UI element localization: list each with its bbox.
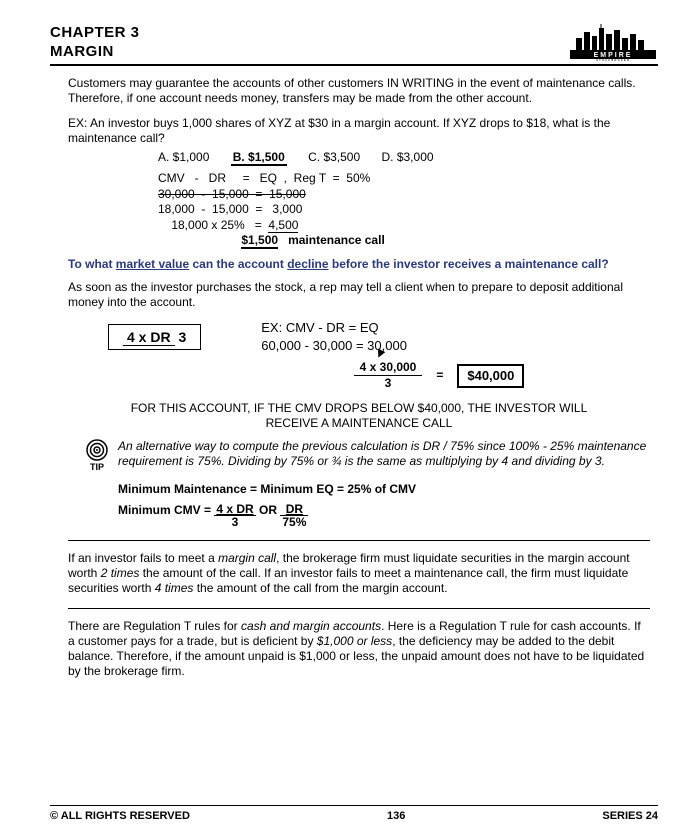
result-row: 4 x 30,000 3 = $40,000: [228, 360, 650, 391]
copyright: © ALL RIGHTS RESERVED: [50, 810, 190, 824]
chapter-topic: MARGIN: [50, 43, 140, 62]
calc-underline: 4,500: [268, 218, 298, 233]
fraction-bottom: 3: [354, 376, 423, 391]
frac-bot: 75%: [280, 516, 308, 528]
calc-line: 18,000 - 15,000 = 3,000: [158, 202, 302, 216]
minimum-formulas: Minimum Maintenance = Minimum EQ = 25% o…: [118, 482, 650, 528]
page-footer: © ALL RIGHTS RESERVED 136 SERIES 24: [50, 805, 658, 824]
answer-a: A. $1,000: [158, 150, 209, 164]
reg-t-paragraph: There are Regulation T rules for cash an…: [68, 619, 650, 679]
italic-term: 4 times: [155, 581, 194, 595]
tip-label: TIP: [90, 462, 104, 472]
formula-denominator: 3: [178, 329, 186, 345]
result-box: $40,000: [457, 364, 524, 388]
answer-c: C. $3,500: [308, 150, 360, 164]
publisher-logo: EMPIRE STOCKBROKER: [568, 24, 658, 62]
center-note: FOR THIS ACCOUNT, IF THE CMV DROPS BELOW…: [109, 401, 609, 431]
fraction-top: 4 x 30,000: [354, 360, 423, 376]
text: To what: [68, 257, 116, 271]
answer-choices: A. $1,000 B. $1,500 C. $3,500 D. $3,000: [158, 150, 650, 165]
fraction: DR75%: [280, 503, 308, 528]
tip-icon: TIP: [86, 439, 108, 473]
equals-sign: =: [436, 368, 443, 383]
calc-label: maintenance call: [278, 233, 385, 247]
intro-paragraph: Customers may guarantee the accounts of …: [68, 76, 650, 106]
text: There are Regulation T rules for: [68, 619, 241, 633]
formula-box: 4 x DR 3: [108, 324, 201, 350]
answer-b: B. $1,500: [231, 150, 287, 166]
separator: [68, 608, 650, 609]
margin-call-paragraph: If an investor fails to meet a margin ca…: [68, 551, 650, 596]
target-icon: [86, 439, 108, 461]
italic-term: 2 times: [101, 566, 140, 580]
frac-top: DR: [280, 503, 308, 516]
italic-term: cash and margin accounts: [241, 619, 381, 633]
text: If an investor fails to meet a: [68, 551, 218, 565]
calc-line: 18,000 x 25% =: [158, 218, 268, 232]
calculation-block-1: CMV - DR = EQ , Reg T = 50% 30,000 - 15,…: [158, 171, 650, 249]
min-cmv-line: Minimum CMV = 4 x DR3 OR DR75%: [118, 503, 650, 528]
logo-text-bot: STOCKBROKER: [596, 58, 630, 62]
italic-term: margin call: [218, 551, 276, 565]
calc-line-strike: 30,000 - 15,000 = 15,000: [158, 187, 306, 201]
paragraph: As soon as the investor purchases the st…: [68, 280, 650, 310]
skyline-icon: EMPIRE STOCKBROKER: [568, 24, 658, 62]
page: CHAPTER 3 MARGIN EMPIRE STOCKBROKER Cu: [0, 0, 698, 836]
page-header: CHAPTER 3 MARGIN EMPIRE STOCKBROKER: [50, 24, 658, 66]
result-fraction: 4 x 30,000 3: [354, 360, 423, 391]
text: Minimum CMV =: [118, 503, 214, 517]
formula-numerator: 4 x DR: [123, 329, 175, 346]
or-text: OR: [256, 503, 281, 517]
fraction: 4 x DR3: [214, 503, 255, 528]
page-number: 136: [387, 810, 405, 824]
frac-top: 4 x DR: [214, 503, 255, 516]
calc-result: $1,500: [241, 233, 278, 249]
example2-equation: EX: CMV - DR = EQ 60,000 - 30,000 = 30,0…: [261, 320, 407, 355]
text: before the investor receives a maintenan…: [329, 257, 609, 271]
tip-row: TIP An alternative way to compute the pr…: [86, 439, 650, 473]
calc-line: CMV - DR = EQ , Reg T = 50%: [158, 171, 370, 185]
eq-line: EX: CMV - DR = EQ: [261, 320, 407, 336]
frac-bot: 3: [214, 516, 255, 528]
series-label: SERIES 24: [602, 810, 658, 824]
tip-text: An alternative way to compute the previo…: [118, 439, 650, 469]
page-content: Customers may guarantee the accounts of …: [50, 76, 658, 679]
min-maintenance-line: Minimum Maintenance = Minimum EQ = 25% o…: [118, 482, 650, 497]
chapter-title: CHAPTER 3 MARGIN: [50, 24, 140, 62]
example1-question: EX: An investor buys 1,000 shares of XYZ…: [68, 116, 650, 146]
underlined-term: market value: [116, 257, 189, 271]
underlined-term: decline: [287, 257, 328, 271]
italic-term: $1,000 or less: [317, 634, 392, 648]
calc-pad: [158, 233, 241, 247]
text: the amount of the call from the margin a…: [193, 581, 447, 595]
chapter-number: CHAPTER 3: [50, 24, 140, 43]
answer-d: D. $3,000: [382, 150, 434, 164]
separator: [68, 540, 650, 541]
text: can the account: [189, 257, 287, 271]
sub-question-heading: To what market value can the account dec…: [68, 257, 650, 272]
